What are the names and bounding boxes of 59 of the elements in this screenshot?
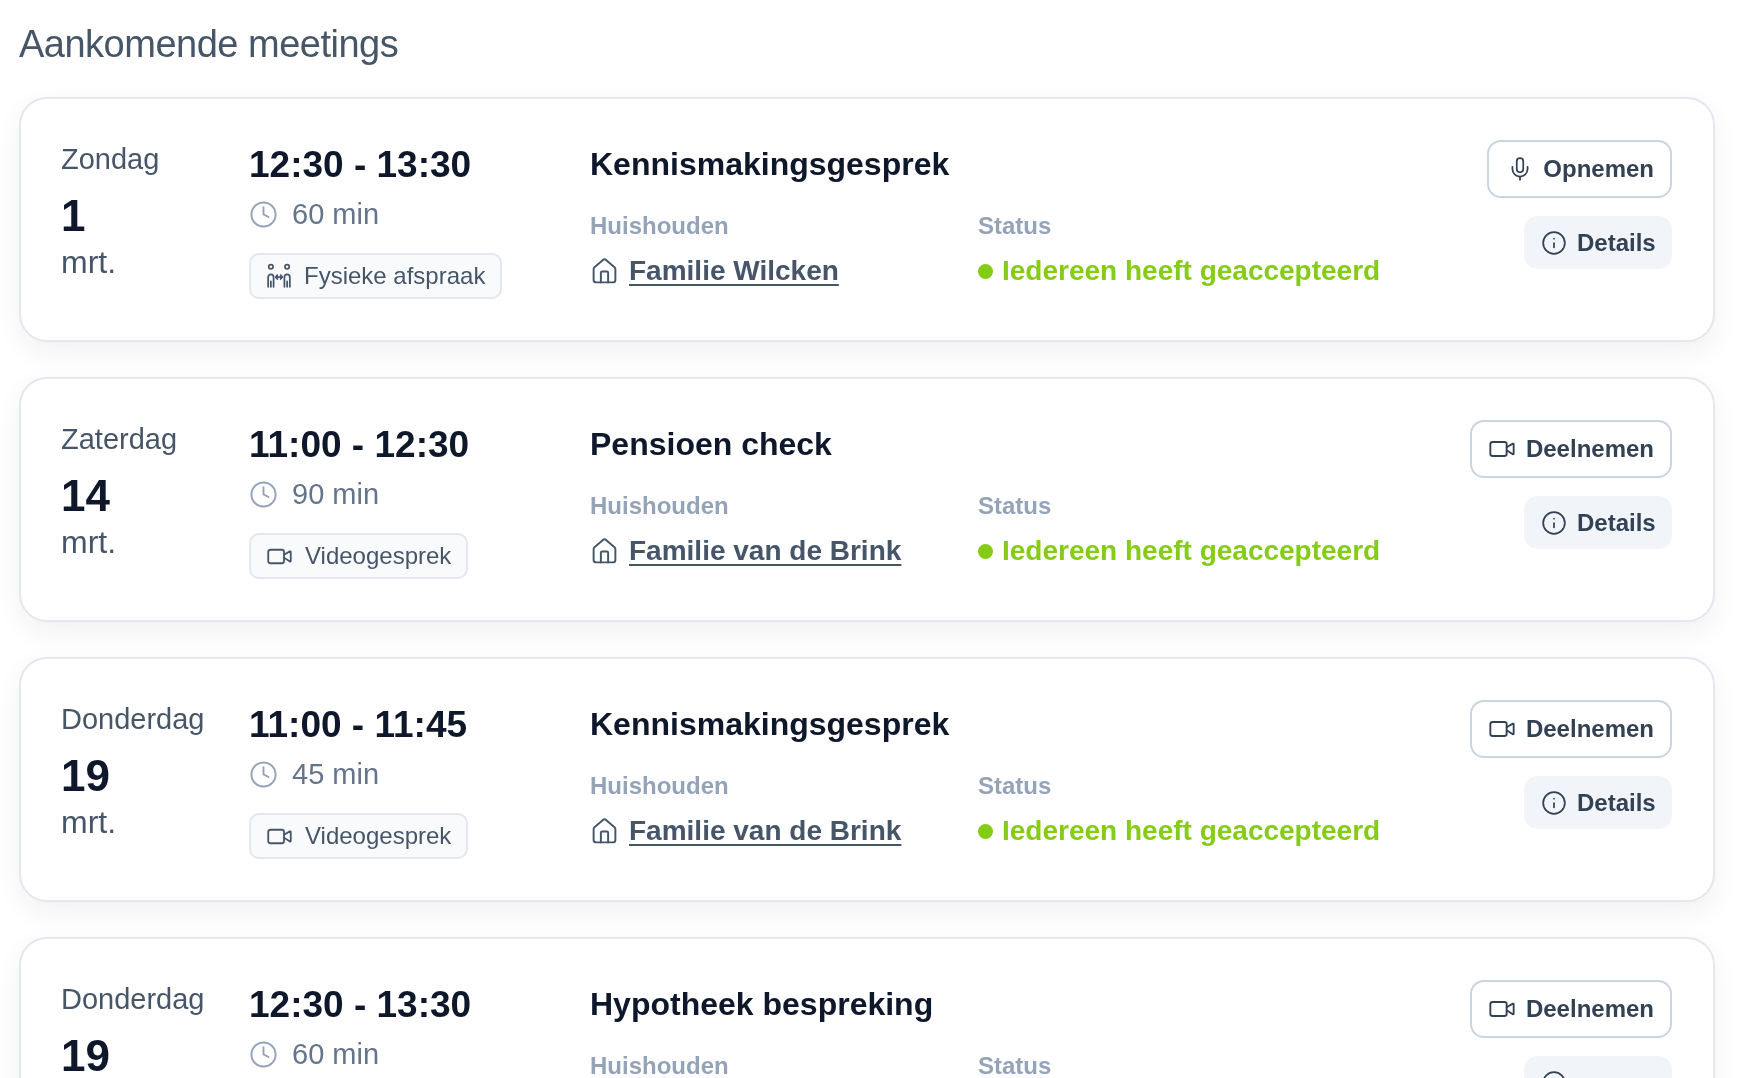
people-arrows-icon [266,263,292,289]
info-icon [1541,229,1567,256]
duration: 60 min [292,1037,380,1071]
month: mrt. [61,804,117,840]
duration: 45 min [292,757,380,791]
details-button[interactable]: Details [1524,776,1672,829]
record-button[interactable]: Opnemen [1487,140,1672,198]
day-number: 1 [61,192,86,240]
household-link[interactable]: Familie Wilcken [629,254,839,288]
status-text: Iedereen heeft geaccepteerd [1002,814,1381,848]
page-title: Aankomende meetings [19,22,399,67]
house-icon [590,536,619,566]
house-icon [590,816,619,846]
meeting-title: Hypotheek bespreking [590,985,934,1024]
duration: 90 min [292,477,380,511]
meeting-title: Pensioen check [590,425,832,464]
house-icon [590,256,619,286]
day-number: 14 [61,472,110,520]
household-label: Huishouden [590,1051,729,1078]
household-link[interactable]: Familie van de Brink [629,534,902,568]
day-number: 19 [61,752,110,800]
household-label: Huishouden [590,771,729,801]
month: mrt. [61,524,117,560]
day-number: 19 [61,1032,110,1078]
clock-icon [249,1039,278,1069]
status-label: Status [978,491,1052,521]
duration: 60 min [292,197,380,231]
time-range: 12:30 - 13:30 [249,143,472,187]
weekday: Zaterdag [61,422,178,456]
weekday: Zondag [61,142,160,176]
time-range: 11:00 - 11:45 [249,703,468,747]
clock-icon [249,199,278,229]
meeting-type-label: Videogesprek [305,821,452,851]
time-range: 12:30 - 13:30 [249,983,472,1027]
household-link[interactable]: Familie van de Brink [629,814,902,848]
clock-icon [249,479,278,509]
meeting-title: Kennismakingsgesprek [590,145,950,184]
details-button[interactable]: Details [1524,216,1672,269]
status-label: Status [978,211,1052,241]
status-text: Iedereen heeft geaccepteerd [1002,534,1381,568]
join-button[interactable]: Deelnemen [1469,980,1672,1038]
meeting-type-label: Fysieke afspraak [304,261,486,291]
details-button[interactable]: Details [1524,496,1672,549]
weekday: Donderdag [61,982,205,1016]
meeting-title: Kennismakingsgesprek [590,705,950,744]
status-label: Status [978,1051,1052,1078]
info-icon [1541,789,1567,816]
household-label: Huishouden [590,491,729,521]
clock-icon [249,759,278,789]
status-text: Iedereen heeft geaccepteerd [1002,254,1381,288]
month: mrt. [61,244,117,280]
status-label: Status [978,771,1052,801]
join-button[interactable]: Deelnemen [1469,700,1672,758]
weekday: Donderdag [61,702,205,736]
join-button[interactable]: Deelnemen [1469,420,1672,478]
time-range: 11:00 - 12:30 [249,423,470,467]
household-label: Huishouden [590,211,729,241]
info-icon [1541,509,1567,536]
meeting-type-label: Videogesprek [305,541,452,571]
